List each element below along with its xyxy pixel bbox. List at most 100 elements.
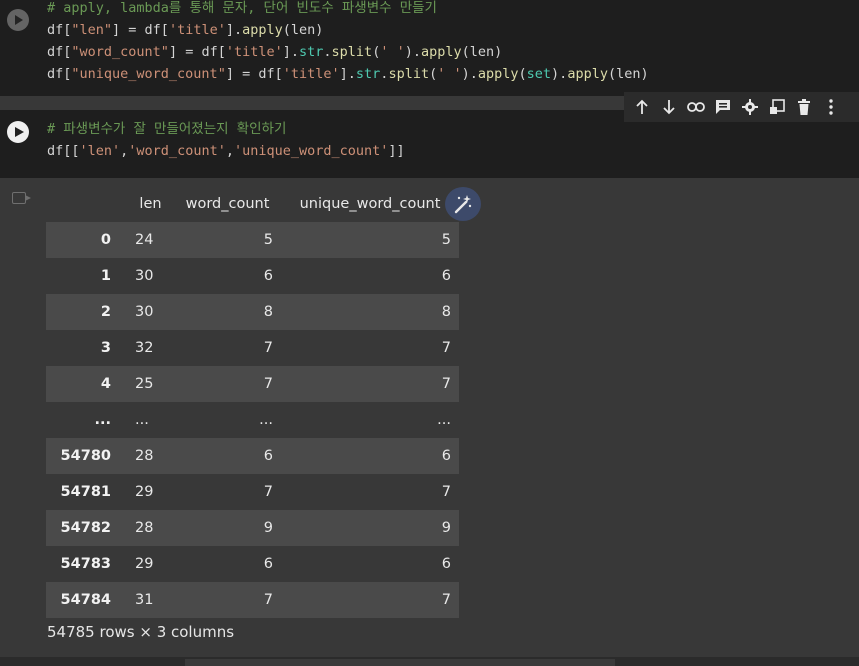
table-row: 54784 31 7 7 [46,582,459,618]
row-index: 54783 [60,556,111,572]
column-header: unique_word_count [299,196,441,212]
table-cell: 25 [135,376,154,392]
table-row: 3 32 7 7 [46,330,459,366]
code-token: (len) [461,44,503,60]
mirror-icon[interactable] [763,94,790,120]
code-token: ]. [339,66,356,82]
code-token: 'title' [282,66,340,82]
code-token: # 파생변수가 잘 만들어졌는지 확인하기 [47,121,287,137]
code-line[interactable]: # apply, lambda를 통해 문자, 단어 빈도수 파생변수 만들기 [47,0,437,19]
code-line[interactable]: df["unique_word_count"] = df['title'].st… [47,64,649,85]
code-token: ). [461,66,478,82]
row-index: 4 [100,376,111,392]
code-token: "unique_word_count" [71,66,226,82]
arrow-down-icon[interactable] [655,94,682,120]
table-cell: 7 [441,340,451,356]
table-cell: 7 [263,484,273,500]
code-cell-apply-lambda[interactable]: # apply, lambda를 통해 문자, 단어 빈도수 파생변수 만들기 d… [0,0,859,96]
code-token: split [331,44,373,60]
dataframe-shape-label: 54785 rows × 3 columns [47,623,235,641]
gear-icon[interactable] [736,94,763,120]
table-row: 2 30 8 8 [46,294,459,330]
table-cell: 28 [135,520,154,536]
table-cell: 6 [263,448,273,464]
table-row: 54781 29 7 7 [46,474,459,510]
code-line[interactable]: df[['len','word_count','unique_word_coun… [47,141,405,162]
code-line[interactable]: df["len"] = df['title'].apply(len) [47,20,323,41]
code-token: ]] [388,143,405,159]
code-token: , [225,143,234,159]
code-token: 'title' [225,44,283,60]
code-token: str [299,44,324,60]
code-token: ). [551,66,568,82]
run-cell-button[interactable] [7,121,29,143]
code-token: "word_count" [71,44,169,60]
dataframe-table: len word_count unique_word_count 0 24 5 5 1 3… [46,186,459,618]
row-index: 0 [100,232,111,248]
table-row: ............ [46,402,459,438]
code-token: ]. [282,44,300,60]
code-line[interactable]: df["word_count"] = df['title'].str.split… [47,42,502,63]
code-token: df[ [47,66,72,82]
table-row: 1 30 6 6 [46,258,459,294]
cell-toolbar [624,92,859,122]
code-line[interactable]: # 파생변수가 잘 만들어졌는지 확인하기 [47,119,286,140]
table-cell: ... [135,412,149,428]
table-cell: 9 [263,520,273,536]
table-cell: 6 [263,268,273,284]
table-row: 54783 29 6 6 [46,546,459,582]
code-token: ] = df[ [225,66,283,82]
table-cell: 7 [263,340,273,356]
table-cell: 5 [263,232,273,248]
table-cell: 6 [263,556,273,572]
code-token: apply [477,66,519,82]
table-cell: 29 [135,484,154,500]
code-token: df[ [47,44,72,60]
code-token: 'unique_word_count' [233,143,389,159]
code-token: (len) [607,66,649,82]
code-token: 'len' [79,143,121,159]
code-token: df[ [47,22,72,38]
table-cell: 31 [135,592,154,608]
table-row: 4 25 7 7 [46,366,459,402]
table-cell: ... [437,412,451,428]
code-token: apply [242,22,283,38]
table-cell: 9 [441,520,451,536]
link-icon[interactable] [682,94,709,120]
magic-wand-icon[interactable] [445,187,481,221]
horizontal-scrollbar[interactable] [0,657,859,666]
table-cell: 8 [441,304,451,320]
code-token: 'word_count' [128,143,226,159]
output-menu-icon[interactable] [12,192,31,204]
table-cell: 5 [441,232,451,248]
code-token: 'title' [168,22,226,38]
code-token: ] = df[ [168,44,226,60]
table-row: 0 24 5 5 [46,222,459,258]
comment-icon[interactable] [709,94,736,120]
table-cell: 32 [135,340,154,356]
table-header-row: len word_count unique_word_count [46,186,459,222]
table-cell: 6 [441,268,451,284]
trash-icon[interactable] [790,94,817,120]
table-cell: 7 [263,376,273,392]
row-index: 2 [100,304,111,320]
code-token: ( [429,66,438,82]
code-token: # apply, lambda를 통해 문자, 단어 빈도수 파생변수 만들기 [47,0,437,16]
code-token: split [388,66,430,82]
table-cell: 8 [263,304,273,320]
row-index: ... [94,412,111,428]
code-token: ( [518,66,527,82]
code-token: ). [404,44,421,60]
code-token: df[[ [47,143,80,159]
table-cell: 30 [135,304,154,320]
arrow-up-icon[interactable] [628,94,655,120]
run-cell-button[interactable] [7,9,29,31]
more-vert-icon[interactable] [817,94,844,120]
column-header: word_count [185,196,270,212]
code-token: ] = df[ [112,22,169,38]
code-token: ' ' [437,66,462,82]
code-token: str [355,66,381,82]
table-cell: 6 [441,556,451,572]
row-index: 54784 [60,592,111,608]
table-row: 54782 28 9 9 [46,510,459,546]
